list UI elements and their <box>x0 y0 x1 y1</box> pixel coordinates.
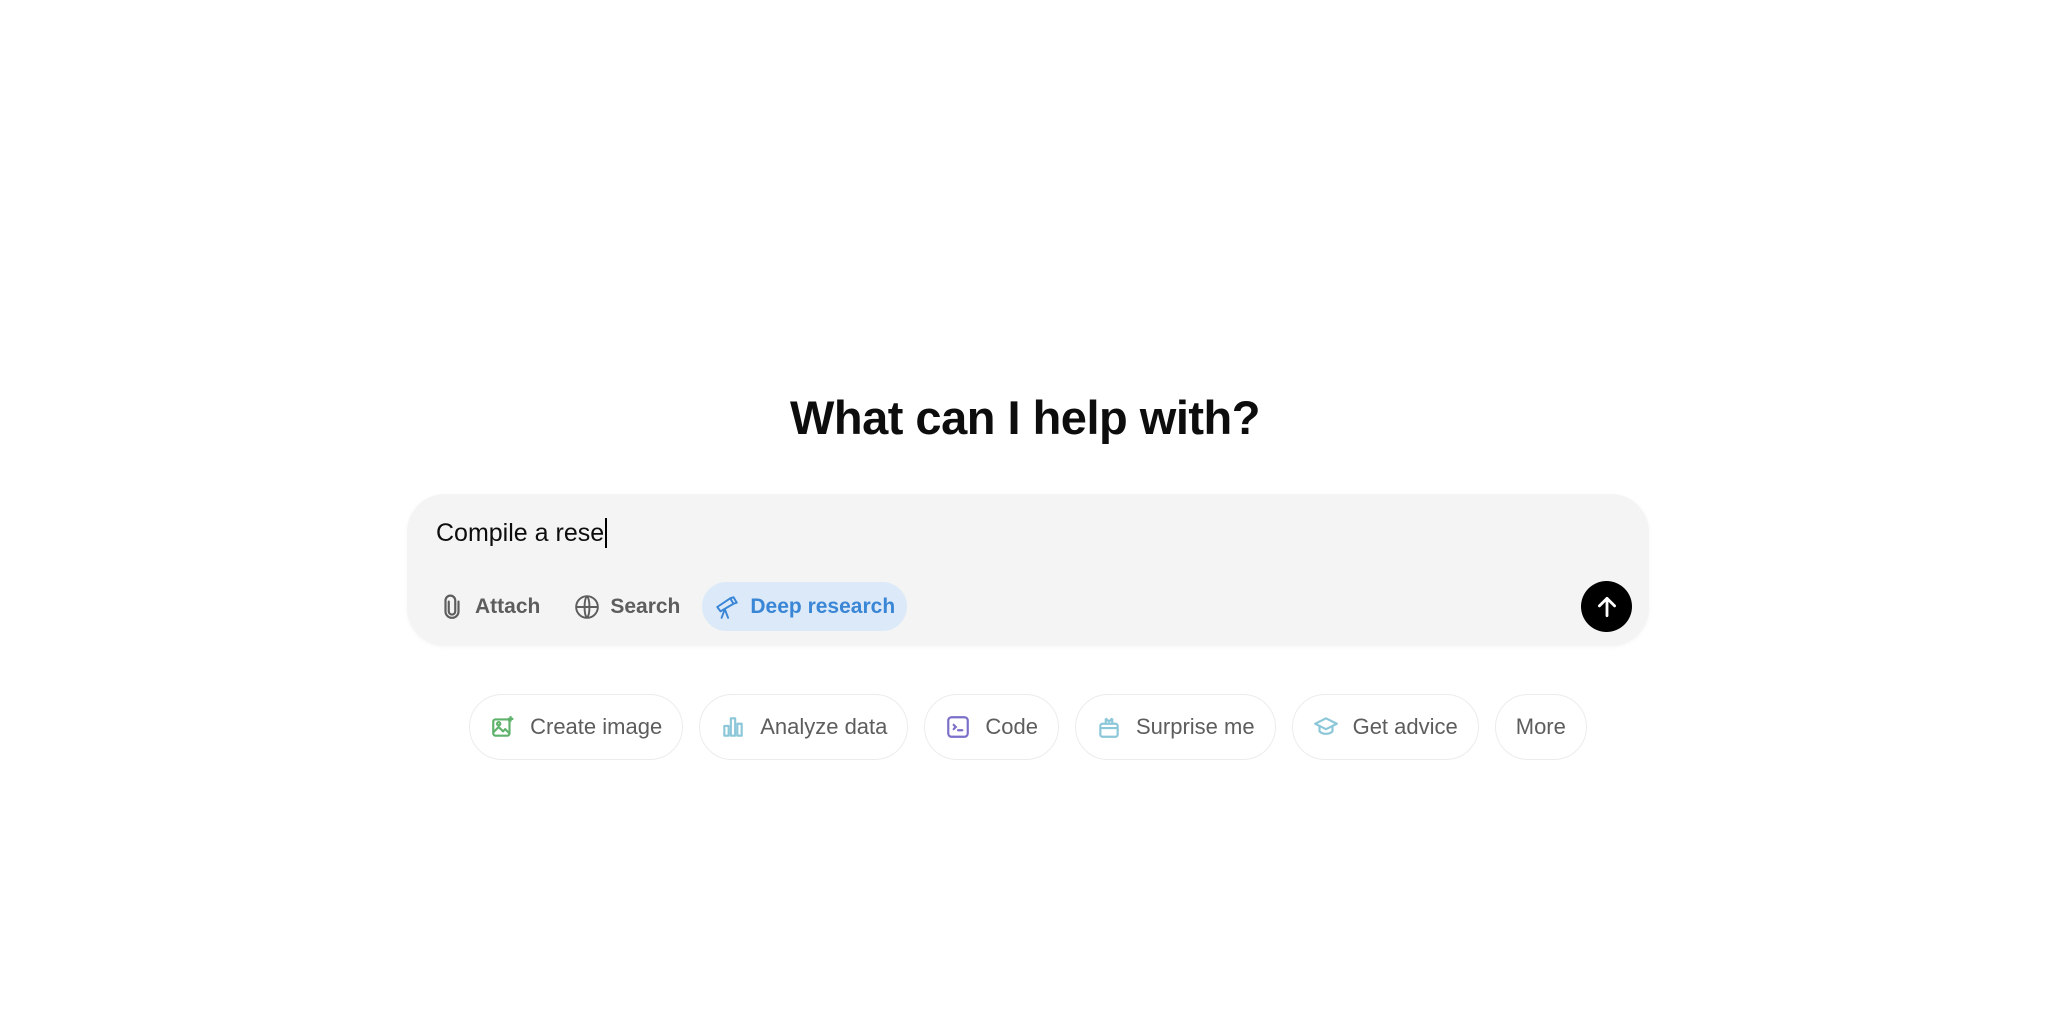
surprise-me-label: Surprise me <box>1135 714 1255 739</box>
terminal-icon <box>947 716 970 738</box>
gift-icon <box>1099 717 1119 738</box>
image-icon <box>492 716 514 737</box>
deep-research-button[interactable]: Deep research <box>702 582 908 631</box>
prompt-text: Compile a rese <box>436 518 605 547</box>
paperclip-icon <box>444 594 460 619</box>
search-button[interactable]: Search <box>562 582 692 631</box>
suggestion-chips: Create image Analyze data Code Surprise … <box>0 694 2050 760</box>
attach-label: Attach <box>475 594 541 618</box>
surprise-me-chip[interactable]: Surprise me <box>1074 694 1276 760</box>
get-advice-chip[interactable]: Get advice <box>1291 694 1479 760</box>
analyze-data-chip[interactable]: Analyze data <box>699 694 909 760</box>
telescope-icon <box>716 595 739 619</box>
arrow-up-icon <box>1597 596 1616 617</box>
prompt-input[interactable]: Compile a rese <box>436 516 608 550</box>
get-advice-label: Get advice <box>1352 714 1458 739</box>
send-button[interactable] <box>1581 581 1632 632</box>
attach-button[interactable]: Attach <box>427 582 552 631</box>
globe-icon <box>575 594 600 619</box>
create-image-label: Create image <box>530 714 663 739</box>
analyze-data-label: Analyze data <box>760 714 888 739</box>
graduation-cap-icon <box>1313 717 1338 735</box>
code-chip[interactable]: Code <box>924 694 1059 760</box>
text-caret <box>605 518 608 548</box>
code-label: Code <box>985 714 1038 739</box>
more-label: More <box>1515 714 1566 739</box>
composer: Compile a rese Attach Search Deep resear… <box>407 494 1649 646</box>
create-image-chip[interactable]: Create image <box>469 694 684 760</box>
page-title: What can I help with? <box>790 391 1260 444</box>
more-chip[interactable]: More <box>1494 694 1587 760</box>
composer-tools: Attach Search Deep research <box>427 582 908 631</box>
bar-chart-icon <box>723 717 743 737</box>
search-label: Search <box>610 594 681 618</box>
deep-research-label: Deep research <box>750 594 896 618</box>
